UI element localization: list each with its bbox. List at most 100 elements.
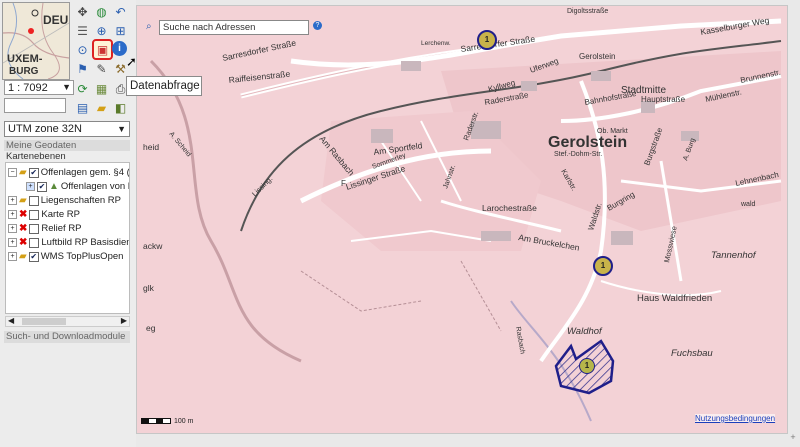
tooltip: Datenabfrage [126,76,202,96]
street-label: Burgstraße [642,126,664,167]
layer-label: WMS TopPlusOpen [40,251,124,262]
address-search-input[interactable]: Suche nach Adressen [159,20,309,35]
layer-checkbox[interactable] [29,223,40,234]
street-label: Uferweg [529,56,560,75]
globe-icon[interactable]: ◍ [93,3,110,20]
data-query-icon[interactable]: ▣ [92,39,113,60]
street-label: Kyllweg [487,78,516,94]
street-label: Burgring [606,190,637,213]
layer-checkbox[interactable]: ✔ [28,251,39,262]
layer-checkbox[interactable]: ✔ [28,167,39,178]
layer-row[interactable]: + ✖ Relief RP [8,222,82,235]
pen-icon[interactable]: ✎ [93,60,110,77]
scale-select[interactable]: 1 : 7092 ▼ [4,80,74,95]
folder-icon: ▰ [19,195,27,206]
undo-icon[interactable]: ↶ [112,3,129,20]
layer-row[interactable]: + ▰ ✔ WMS TopPlusOpen [8,250,123,263]
save-icon[interactable]: ▤ [74,99,91,116]
overview-label-bottom: BURG [9,66,39,77]
marker-number: 1 [600,261,606,270]
expand-icon[interactable]: + [8,196,17,205]
street-label: Mosswiese [662,225,679,263]
street-label: eg [146,323,156,333]
folder-icon: ▰ [19,167,27,178]
collapse-icon[interactable]: − [8,168,17,177]
terms-link[interactable]: Nutzungsbedingungen [695,414,776,423]
expand-icon[interactable]: + [8,238,17,247]
list-icon[interactable]: ☰ [74,22,91,39]
street-label: Raderstr. [461,110,480,142]
map-marker[interactable]: 1 [579,358,595,374]
zoom-box-icon[interactable]: ⊞ [112,22,129,39]
place-label: Fuchsbau [671,348,713,359]
town-label: Gerolstein [548,134,627,151]
scale-bar: 100 m [141,417,194,425]
refresh-icon[interactable]: ⟳ [74,80,91,97]
map-icon[interactable]: ▦ [93,80,110,97]
coordinate-input[interactable] [4,98,66,113]
overview-map[interactable]: DEU UXEM- BURG [2,2,70,80]
map-view[interactable]: Gerolstein Stef.-Dohm-Str. Sarresdorfer … [136,5,788,434]
map-marker[interactable]: 1 [593,256,613,276]
map-marker[interactable]: 1 [477,30,497,50]
place-label: Waldhof [567,326,603,337]
scroll-right-icon[interactable]: ▶ [121,316,127,325]
place-label: Haus Waldfrieden [637,293,712,304]
downloads-header[interactable]: Such- und Downloadmodule [4,331,130,343]
place-label: Tannenhof [711,250,757,261]
map-labels: Gerolstein Stef.-Dohm-Str. Sarresdorfer … [143,8,782,359]
street-label: Hauptstraße [641,95,686,104]
horizontal-scrollbar[interactable]: ◀ ▶ [5,316,130,327]
street-label: Kasselburger Weg [700,15,771,37]
scale-bar-label: 100 m [174,417,194,425]
zoom-in-icon[interactable]: ⊕ [93,22,110,39]
layer-row[interactable]: − ▰ ✔ Offenlagen gem. §4 (a) B [8,166,130,179]
street-label: Brunnenstr. [740,68,782,85]
marker-number: 1 [484,35,490,44]
help-icon[interactable]: ? [313,21,322,30]
identify-icon[interactable]: ⊙ [74,41,91,58]
scale-value: 1 : 7092 [8,81,48,94]
street-label: Sarresdorfer Straße [460,34,536,54]
layer-checkbox[interactable] [28,195,39,206]
street-label: Jahnstr. [442,164,457,189]
flag-icon[interactable]: ⚑ [74,60,91,77]
layer-checkbox[interactable] [29,209,40,220]
layer-row[interactable]: + ✔ ▲ Offenlagen von B [26,180,130,193]
folder-icon[interactable]: ▰ [93,99,110,116]
street-label: Rasbach [514,326,526,355]
layer-label: Offenlagen von B [60,181,130,192]
street-label: Stef.-Dohm-Str. [554,151,602,158]
crs-select[interactable]: UTM zone 32N ▼ [4,121,130,137]
pan-icon[interactable]: ✥ [74,3,91,20]
scroll-left-icon[interactable]: ◀ [8,316,14,325]
street-label: Am Rasbach [317,134,356,178]
layer-row[interactable]: + ▰ Liegenschaften RP [8,194,121,207]
overview-label-left: UXEM- [7,53,43,65]
expand-icon[interactable]: + [26,182,35,191]
layer-label: Offenlagen gem. §4 (a) B [40,167,130,178]
scroll-thumb[interactable] [22,318,66,325]
layers-map-icon[interactable]: ◧ [112,99,129,116]
layer-type-icon: ▲ [49,181,59,192]
street-label: Karlstr. [559,168,578,193]
info-icon[interactable]: i [112,41,127,56]
street-label: Raiffeisenstraße [228,69,291,85]
layer-tree: − ▰ ✔ Offenlagen gem. §4 (a) B + ✔ ▲ Off… [5,162,130,314]
expand-icon[interactable]: + [8,252,17,261]
layer-label: Karte RP [41,209,80,220]
layer-checkbox[interactable]: ✔ [37,181,47,192]
street-label: Lissing. [250,174,274,198]
layer-checkbox[interactable] [29,237,40,248]
expand-icon[interactable]: + [8,224,17,233]
layer-label: Relief RP [41,223,82,234]
expand-icon[interactable]: + [8,210,17,219]
folder-icon: ▰ [19,251,27,262]
map-search-icon[interactable]: ⌕ [146,21,156,32]
map-symbol: F [341,179,346,188]
layer-row[interactable]: + ✖ Luftbild RP Basisdienst [8,236,129,249]
layer-row[interactable]: + ✖ Karte RP [8,208,80,221]
resize-handle-icon[interactable]: + [788,432,798,442]
street-label: Mühlenstr. [705,87,743,103]
cursor-icon: ➚ [126,54,137,69]
